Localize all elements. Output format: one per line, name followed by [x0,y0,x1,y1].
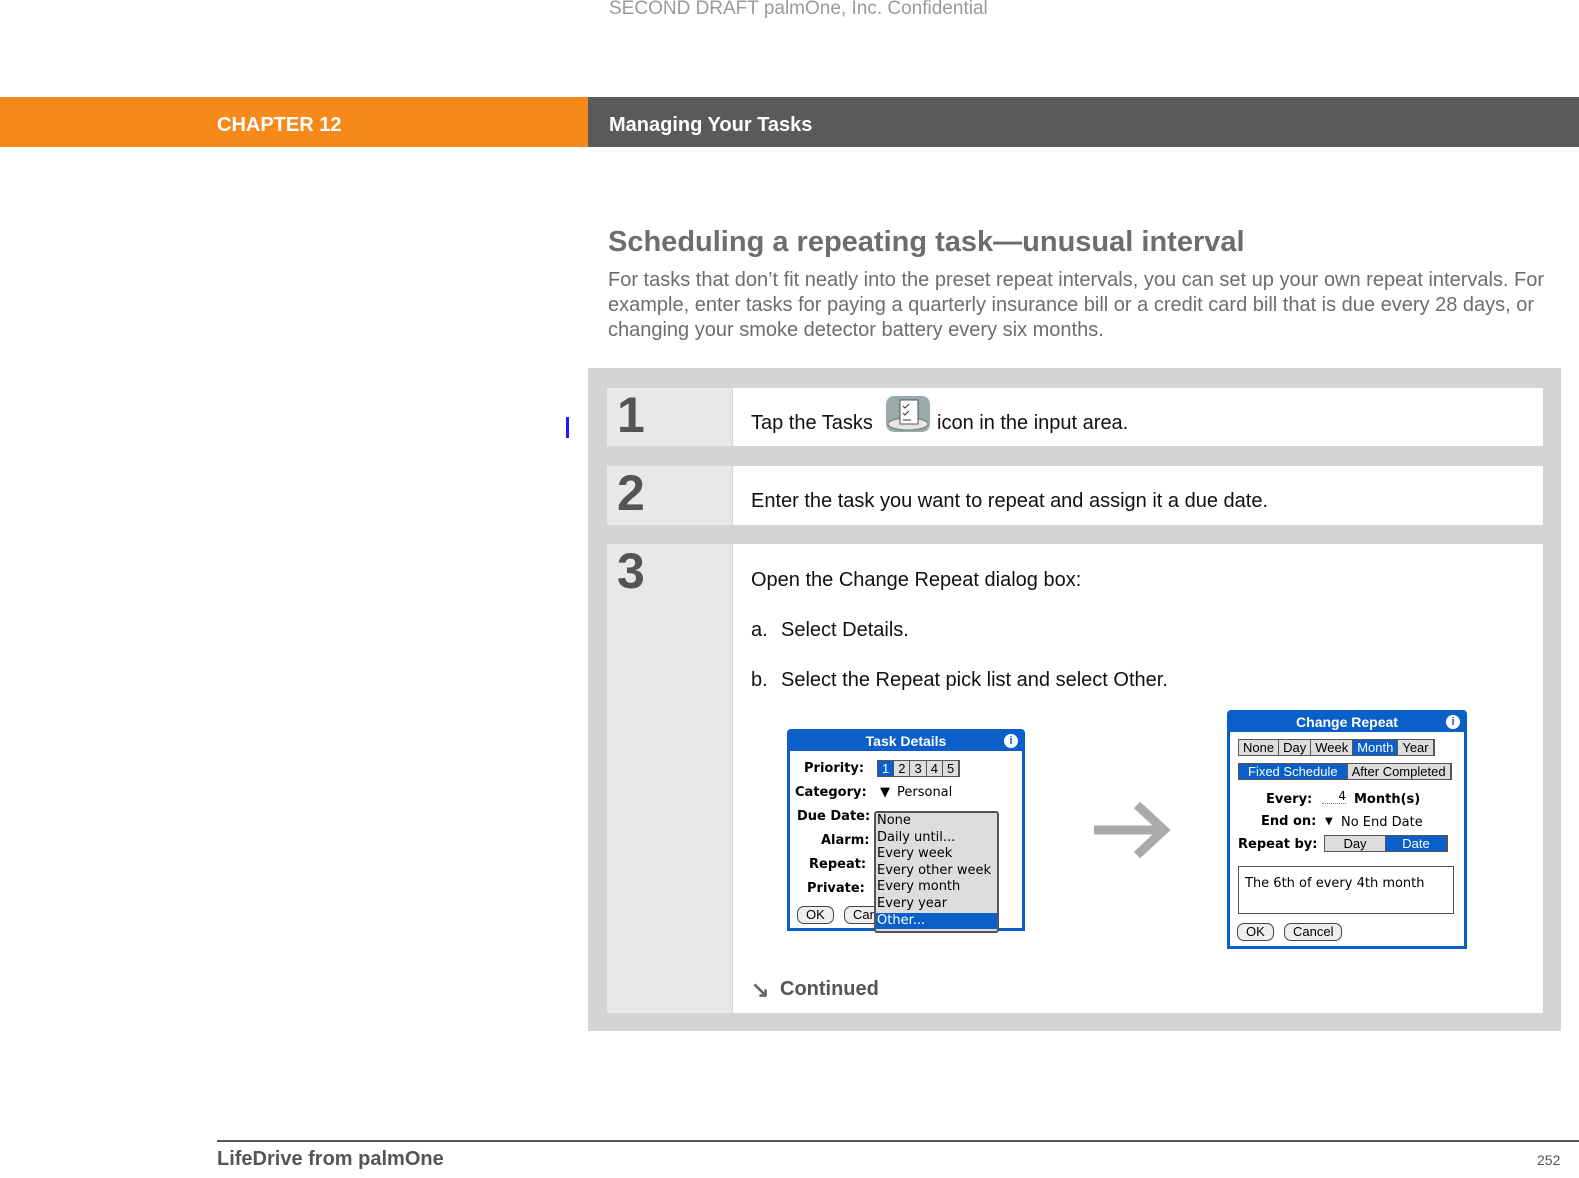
section-intro: For tasks that don’t fit neatly into the… [608,269,1545,341]
step-3-number: 3 [607,543,732,1013]
dialog-title: Task Details [790,732,1022,751]
every-unit: Month(s) [1354,792,1421,807]
dropdown-arrow-icon: ▼ [880,785,890,800]
due-date-label: Due Date: [797,809,871,824]
step-1: Tap the Tasks icon in the input area. [733,388,1543,446]
continued-label: Continued [780,978,879,1000]
info-icon[interactable]: i [1004,734,1018,748]
priority-3[interactable]: 3 [910,761,927,776]
ok-button[interactable]: OK [1237,923,1274,941]
step-text: Enter the task you want to repeat and as… [751,490,1269,512]
task-details-dialog: Task Details i Priority: 12345 Category:… [787,729,1025,933]
tab-week[interactable]: Week [1311,740,1354,755]
step-number: 2 [617,465,645,521]
option-every-other-week[interactable]: Every other week [876,863,997,880]
watermark: SECOND DRAFT palmOne, Inc. Confidential [609,0,988,19]
priority-1[interactable]: 1 [878,761,895,776]
priority-5[interactable]: 5 [942,761,960,776]
option-every-month[interactable]: Every month [876,879,997,896]
repeat-summary: The 6th of every 4th month [1245,876,1425,891]
dropdown-arrow-icon: ▼ [1325,816,1333,827]
section-title: Scheduling a repeating task—unusual inte… [608,226,1245,258]
tab-day[interactable]: Day [1279,740,1312,755]
repeat-by-date[interactable]: Date [1386,836,1447,851]
step-2: Enter the task you want to repeat and as… [733,466,1543,525]
fixed-schedule-button[interactable]: Fixed Schedule [1239,764,1348,779]
ok-button[interactable]: OK [797,906,834,924]
repeat-by-selector[interactable]: Day Date [1324,835,1448,852]
alarm-label: Alarm: [821,833,870,848]
option-every-year[interactable]: Every year [876,896,997,913]
category-picker[interactable]: Personal [897,785,952,800]
info-icon[interactable]: i [1446,715,1460,729]
change-bar [566,417,569,438]
after-completed-button[interactable]: After Completed [1347,764,1451,779]
repeat-pick-list[interactable]: None Daily until... Every week Every oth… [874,811,999,933]
repeat-tabs[interactable]: None Day Week Month Year [1238,739,1435,756]
tab-none[interactable]: None [1239,740,1280,755]
tab-month[interactable]: Month [1353,740,1399,755]
cancel-button[interactable]: Cancel [1284,923,1343,941]
every-input[interactable]: 4 [1322,789,1346,804]
option-none[interactable]: None [876,813,997,830]
step-number: 1 [617,387,645,443]
footer-title: LifeDrive from palmOne [217,1148,444,1170]
priority-label: Priority: [804,761,865,776]
continued-arrow-icon: ↘ [751,977,770,1002]
repeat-summary-box: The 6th of every 4th month [1238,866,1454,914]
option-daily-until[interactable]: Daily until... [876,830,997,847]
step-text: icon in the input area. [937,412,1129,434]
substep-text: Select the Repeat pick list and select O… [781,669,1168,691]
end-on-picker[interactable]: No End Date [1341,815,1423,830]
repeat-by-label: Repeat by: [1238,837,1318,852]
step-text: Open the Change Repeat dialog box: [751,569,1082,591]
end-on-label: End on: [1261,814,1317,829]
schedule-mode[interactable]: Fixed Schedule After Completed [1238,763,1452,780]
priority-4[interactable]: 4 [926,761,943,776]
tasks-icon [886,396,930,432]
category-label: Category: [795,785,867,800]
arrow-right-icon [1094,801,1171,859]
step-2-number: 2 [607,465,732,525]
option-other[interactable]: Other... [876,912,997,930]
change-repeat-dialog: Change Repeat i None Day Week Month Year Fix… [1227,710,1467,949]
substep-text: Select Details. [781,619,909,641]
repeat-by-day[interactable]: Day [1325,836,1386,851]
chapter-title: Managing Your Tasks [609,114,813,136]
step-text: Tap the Tasks [751,412,873,434]
private-label: Private: [807,881,865,896]
repeat-label: Repeat: [809,857,867,872]
priority-selector[interactable]: 12345 [877,760,961,777]
substep-marker: b. [751,669,768,691]
step-number: 3 [617,543,645,599]
footer-divider [217,1140,1579,1142]
step-1-number: 1 [607,387,732,446]
substep-marker: a. [751,619,768,641]
every-label: Every: [1266,792,1313,807]
priority-2[interactable]: 2 [894,761,911,776]
page-number: 252 [1537,1152,1561,1168]
option-every-week[interactable]: Every week [876,846,997,863]
tab-year[interactable]: Year [1398,740,1434,755]
dialog-title: Change Repeat [1230,713,1464,732]
chapter-label: CHAPTER 12 [217,114,342,136]
